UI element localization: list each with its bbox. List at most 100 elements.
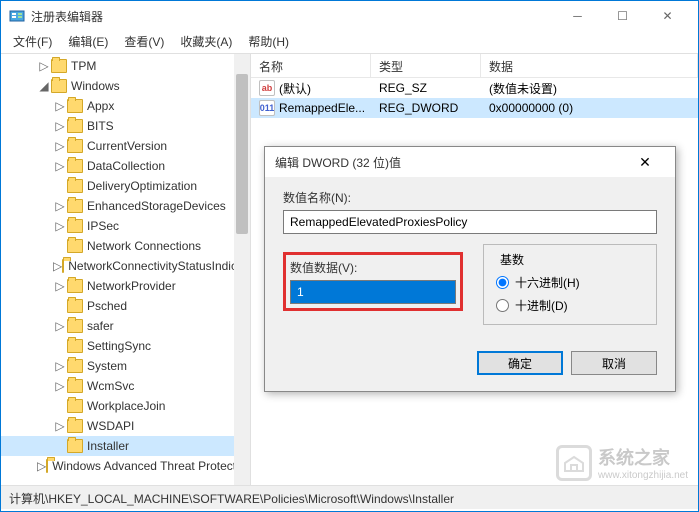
tree-scrollbar[interactable]	[234, 54, 250, 485]
expand-icon[interactable]: ▷	[53, 119, 67, 133]
value-data: 0x00000000 (0)	[489, 101, 573, 115]
value-name: RemappedEle...	[279, 101, 365, 115]
expand-icon[interactable]: ▷	[53, 159, 67, 173]
expand-icon[interactable]: ▷	[53, 319, 67, 333]
folder-icon	[67, 359, 83, 373]
expand-icon[interactable]: ▷	[53, 359, 67, 373]
expand-icon[interactable]: ▷	[53, 199, 67, 213]
window-title: 注册表编辑器	[31, 8, 555, 25]
tree-item-label: Installer	[87, 439, 129, 453]
tree-item-label: Appx	[87, 99, 114, 113]
tree-item[interactable]: DeliveryOptimization	[1, 176, 250, 196]
radio-dec[interactable]: 十进制(D)	[496, 297, 644, 314]
tree-item[interactable]: Network Connections	[1, 236, 250, 256]
tree-item[interactable]: ▷Windows Advanced Threat Protection	[1, 456, 250, 476]
tree-item[interactable]: ◢ Windows	[1, 76, 250, 96]
menu-favorites[interactable]: 收藏夹(A)	[172, 31, 240, 53]
folder-icon	[67, 319, 83, 333]
tree-item[interactable]: ▷ System	[1, 356, 250, 376]
folder-icon	[67, 439, 83, 453]
tree-item[interactable]: ▷CurrentVersion	[1, 136, 250, 156]
value-data: (数值未设置)	[489, 80, 557, 97]
expand-icon[interactable]: ▷	[37, 459, 46, 473]
minimize-button[interactable]: ─	[555, 1, 600, 31]
edit-dword-dialog: 编辑 DWORD (32 位)值 ✕ 数值名称(N): 数值数据(V): 基数 …	[264, 146, 676, 392]
tree-item-label: System	[87, 359, 127, 373]
tree-item[interactable]: SettingSync	[1, 336, 250, 356]
expand-icon[interactable]: ▷	[53, 279, 67, 293]
folder-icon	[67, 239, 83, 253]
menu-edit[interactable]: 编辑(E)	[60, 31, 116, 53]
tree-item[interactable]: ▷TPM	[1, 56, 250, 76]
folder-icon	[67, 219, 83, 233]
expand-icon[interactable]: ▷	[53, 379, 67, 393]
tree-item[interactable]: WorkplaceJoin	[1, 396, 250, 416]
list-row[interactable]: ab(默认)REG_SZ(数值未设置)	[251, 78, 698, 98]
expand-icon[interactable]: ▷	[53, 139, 67, 153]
tree-item-label: Network Connections	[87, 239, 201, 253]
expand-icon[interactable]: ▷	[53, 99, 67, 113]
menu-bar: 文件(F) 编辑(E) 查看(V) 收藏夹(A) 帮助(H)	[1, 31, 698, 53]
highlight-box: 数值数据(V):	[283, 252, 463, 311]
status-path: 计算机\HKEY_LOCAL_MACHINE\SOFTWARE\Policies…	[9, 492, 454, 506]
dialog-close-button[interactable]: ✕	[625, 147, 665, 177]
folder-icon	[67, 99, 83, 113]
tree-item[interactable]: ▷safer	[1, 316, 250, 336]
cancel-button[interactable]: 取消	[571, 351, 657, 375]
tree-item-label: SettingSync	[87, 339, 151, 353]
data-label: 数值数据(V):	[290, 259, 456, 276]
list-row[interactable]: 011RemappedEle...REG_DWORD0x00000000 (0)	[251, 98, 698, 118]
radix-legend: 基数	[496, 251, 528, 268]
tree-item[interactable]: ▷WSDAPI	[1, 416, 250, 436]
col-name[interactable]: 名称	[251, 54, 371, 77]
dialog-title: 编辑 DWORD (32 位)值	[275, 154, 625, 171]
name-input[interactable]	[283, 210, 657, 234]
radio-dec-input[interactable]	[496, 299, 509, 312]
menu-file[interactable]: 文件(F)	[5, 31, 60, 53]
registry-tree[interactable]: ▷TPM ◢ Windows ▷ Appx ▷ BITS ▷CurrentVersion▷Da…	[1, 54, 251, 485]
tree-item[interactable]: ▷ Appx	[1, 96, 250, 116]
col-data[interactable]: 数据	[481, 54, 698, 77]
tree-item-label: WcmSvc	[87, 379, 134, 393]
watermark-text: 系统之家	[598, 444, 688, 470]
window-title-bar: 注册表编辑器 ─ ☐ ✕	[1, 1, 698, 31]
ok-button[interactable]: 确定	[477, 351, 563, 375]
expand-icon[interactable]: ▷	[53, 259, 62, 273]
folder-icon	[67, 299, 83, 313]
tree-item[interactable]: Psched	[1, 296, 250, 316]
close-button[interactable]: ✕	[645, 1, 690, 31]
radio-hex-input[interactable]	[496, 276, 509, 289]
tree-item-label: BITS	[87, 119, 114, 133]
tree-item[interactable]: ▷IPSec	[1, 216, 250, 236]
folder-icon	[67, 419, 83, 433]
folder-icon	[67, 139, 83, 153]
expand-icon[interactable]: ▷	[53, 219, 67, 233]
tree-item-label: DeliveryOptimization	[87, 179, 197, 193]
folder-icon	[51, 59, 67, 73]
tree-item[interactable]: ▷ WcmSvc	[1, 376, 250, 396]
expand-icon[interactable]: ▷	[37, 59, 51, 73]
expand-icon[interactable]: ◢	[37, 79, 51, 93]
tree-item-label: NetworkConnectivityStatusIndicator	[68, 259, 251, 273]
maximize-button[interactable]: ☐	[600, 1, 645, 31]
folder-icon	[67, 159, 83, 173]
radix-group: 基数 十六进制(H) 十进制(D)	[483, 244, 657, 325]
menu-help[interactable]: 帮助(H)	[240, 31, 297, 53]
dialog-title-bar[interactable]: 编辑 DWORD (32 位)值 ✕	[265, 147, 675, 177]
expand-icon[interactable]: ▷	[53, 419, 67, 433]
menu-view[interactable]: 查看(V)	[116, 31, 172, 53]
tree-item[interactable]: ▷NetworkProvider	[1, 276, 250, 296]
tree-item[interactable]: ▷DataCollection	[1, 156, 250, 176]
watermark: 系统之家 www.xitongzhijia.net	[556, 444, 688, 481]
tree-item[interactable]: ▷EnhancedStorageDevices	[1, 196, 250, 216]
data-input[interactable]	[290, 280, 456, 304]
folder-icon	[67, 199, 83, 213]
tree-item[interactable]: ▷ BITS	[1, 116, 250, 136]
list-header: 名称 类型 数据	[251, 54, 698, 78]
radio-hex[interactable]: 十六进制(H)	[496, 274, 644, 291]
tree-item[interactable]: ▷ NetworkConnectivityStatusIndicator	[1, 256, 250, 276]
col-type[interactable]: 类型	[371, 54, 481, 77]
tree-item-label: Windows	[71, 79, 120, 93]
folder-icon	[46, 459, 48, 473]
tree-item[interactable]: Installer	[1, 436, 250, 456]
